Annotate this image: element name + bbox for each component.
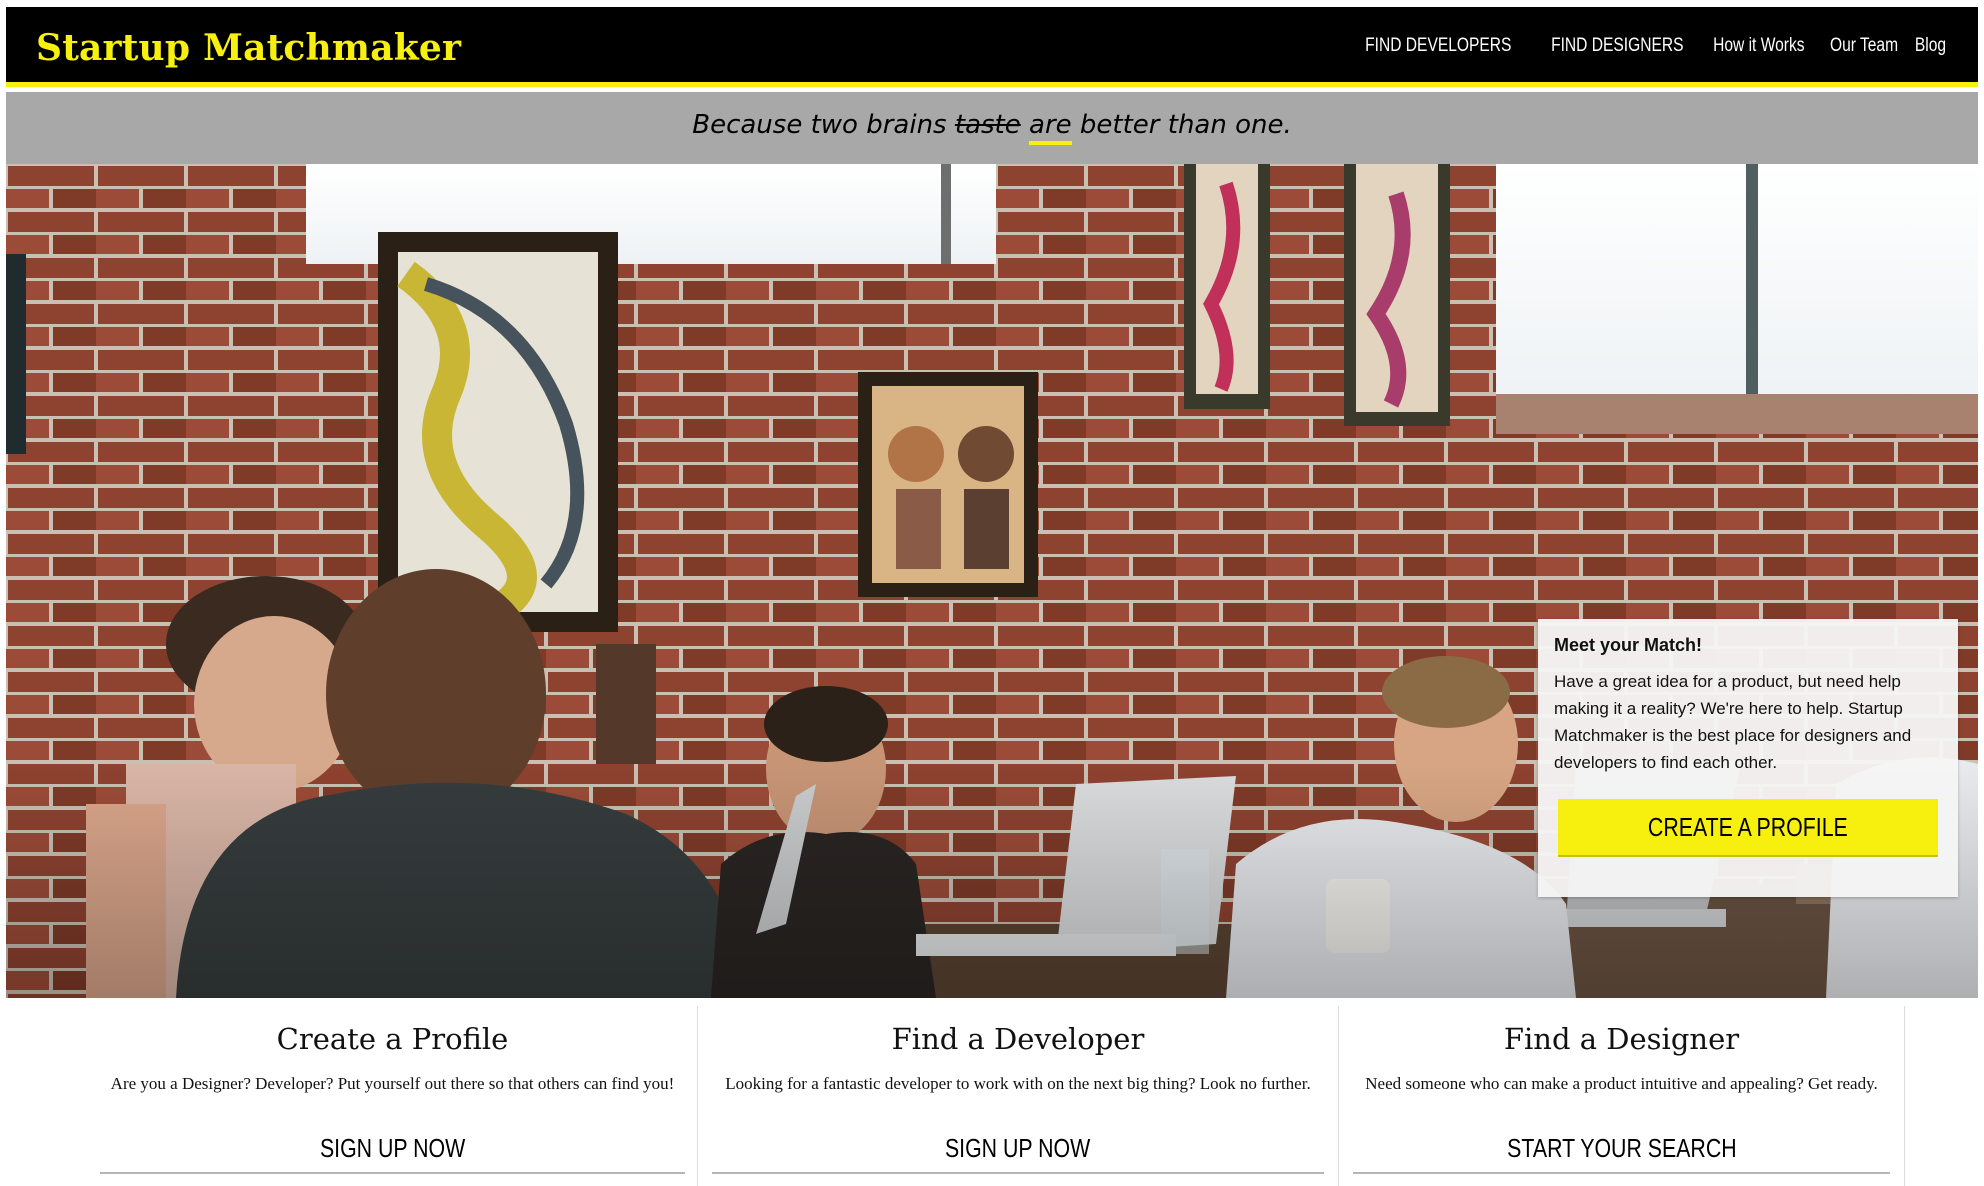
nav-find-designers[interactable]: FIND DESIGNERS — [1551, 35, 1683, 57]
feature-title: Find a Developer — [891, 1022, 1145, 1056]
feature-text: Need someone who can make a product intu… — [1365, 1074, 1878, 1093]
features-section: Create a Profile Are you a Designer? Dev… — [6, 998, 1978, 1186]
sign-up-now-link[interactable]: SIGN UP NOW — [100, 1124, 685, 1174]
tagline-struck-word: taste — [954, 110, 1021, 140]
start-search-link[interactable]: START YOUR SEARCH — [1353, 1124, 1890, 1174]
feature-create-profile: Create a Profile Are you a Designer? Dev… — [88, 1006, 698, 1186]
feature-find-designer: Find a Designer Need someone who can mak… — [1339, 1006, 1905, 1186]
create-profile-button[interactable]: CREATE A PROFILE — [1558, 799, 1938, 857]
create-profile-button-label: CREATE A PROFILE — [1648, 811, 1848, 842]
nav-blog[interactable]: Blog — [1915, 35, 1946, 57]
sign-up-now-link[interactable]: SIGN UP NOW — [712, 1124, 1324, 1174]
meet-card-title: Meet your Match! — [1554, 635, 1703, 655]
tagline-underlined-word: are — [1029, 110, 1072, 145]
feature-find-developer: Find a Developer Looking for a fantastic… — [698, 1006, 1339, 1186]
feature-text: Are you a Designer? Developer? Put yours… — [110, 1074, 675, 1093]
nav-our-team[interactable]: Our Team — [1830, 35, 1898, 57]
feature-link-label: SIGN UP NOW — [945, 1132, 1091, 1163]
tagline-band: Because two brains taste are better than… — [6, 92, 1978, 164]
site-header: Startup Matchmaker FIND DEVELOPERS FIND … — [6, 7, 1978, 87]
feature-text: Looking for a fantastic developer to wor… — [725, 1074, 1311, 1093]
tagline-after: better than one. — [1071, 110, 1292, 140]
feature-title: Create a Profile — [276, 1022, 509, 1056]
feature-link-label: START YOUR SEARCH — [1506, 1132, 1737, 1163]
nav-find-developers[interactable]: FIND DEVELOPERS — [1365, 35, 1511, 57]
brand-logo-link[interactable]: Startup Matchmaker — [36, 27, 461, 69]
main-nav: FIND DEVELOPERS FIND DESIGNERS How it Wo… — [1333, 35, 1946, 57]
meet-match-card: Meet your Match! Have a great idea for a… — [1538, 619, 1958, 897]
hero-section: Meet your Match! Have a great idea for a… — [6, 164, 1978, 998]
feature-title: Find a Designer — [1503, 1022, 1740, 1056]
meet-card-body: Have a great idea for a product, but nee… — [1554, 672, 1912, 772]
nav-how-it-works[interactable]: How it Works — [1713, 35, 1804, 57]
tagline-text: Because two brains taste are better than… — [6, 110, 1978, 145]
feature-link-label: SIGN UP NOW — [319, 1132, 466, 1163]
tagline-before: Because two brains — [692, 110, 955, 140]
